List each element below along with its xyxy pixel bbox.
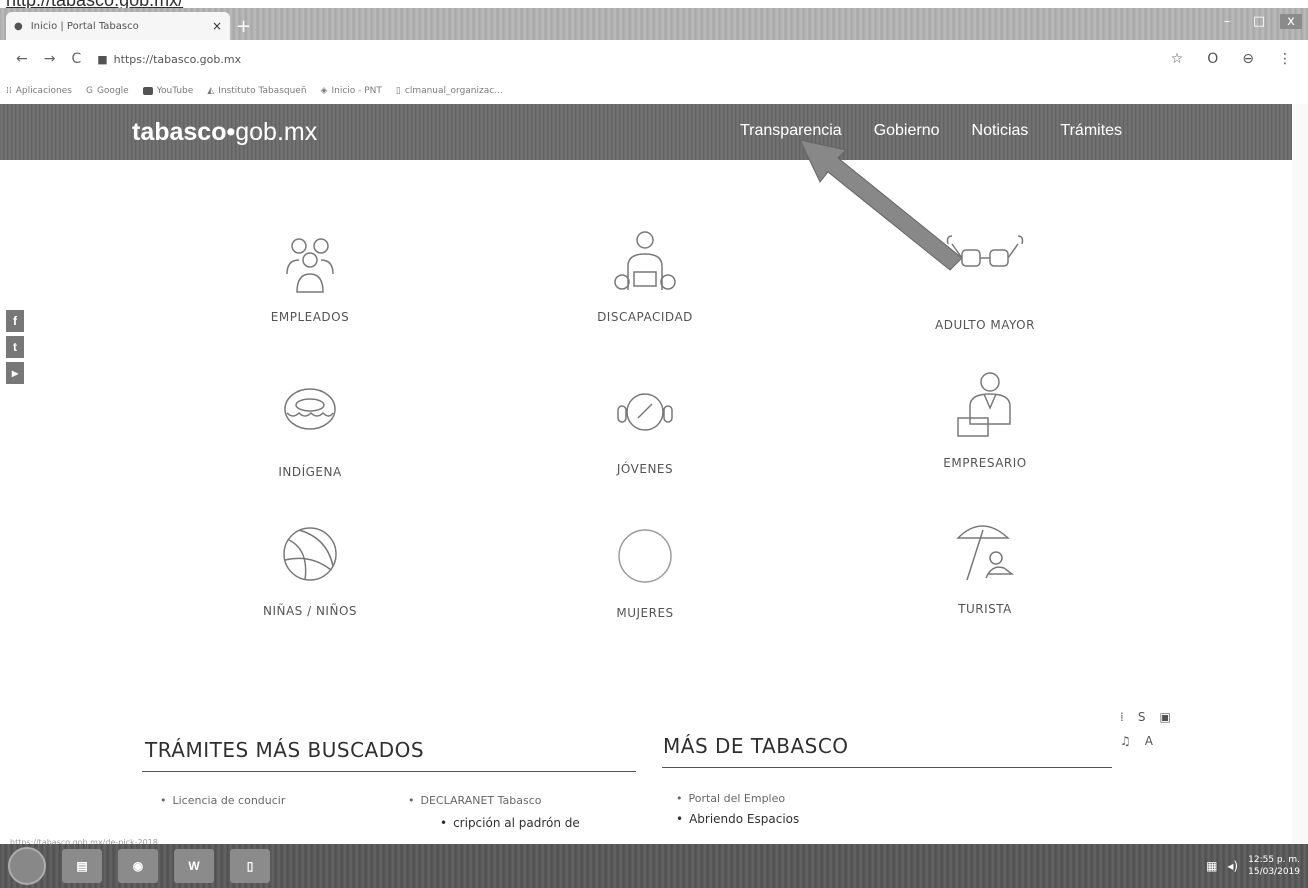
page-icon: ▯: [395, 86, 401, 96]
nav-gobierno[interactable]: Gobierno: [874, 122, 940, 140]
network-icon[interactable]: ▦: [1206, 859, 1217, 873]
mas-tabasco-divider: [662, 767, 1112, 768]
chrome-icon[interactable]: ◉: [118, 849, 158, 883]
category-mujeres[interactable]: MUJERES: [535, 524, 755, 620]
tramite-declaranet-link[interactable]: DECLARANET Tabasco: [408, 794, 542, 807]
portal-empleo-link[interactable]: Portal del Empleo: [676, 792, 786, 805]
sound-icon[interactable]: ♫: [1120, 734, 1131, 748]
apps-grid-icon: ⁞⁞: [6, 86, 12, 96]
headphones-icon: [617, 393, 673, 431]
back-icon[interactable]: ←: [16, 51, 28, 67]
category-label: TURISTA: [958, 602, 1012, 616]
facebook-icon[interactable]: f: [6, 310, 24, 332]
chat-icon[interactable]: ▣: [1159, 710, 1170, 724]
site-header: tabasco•gob.mx Transparencia Gobierno No…: [0, 104, 1292, 160]
floating-tools: ⁞ S ▣ ♫ A: [1120, 710, 1171, 748]
new-tab-button[interactable]: +: [236, 16, 251, 37]
tramite-padron-link[interactable]: cripción al padrón de: [440, 816, 580, 830]
lock-icon: ■: [97, 52, 108, 66]
tramites-title: TRÁMITES MÁS BUSCADOS: [145, 738, 425, 762]
file-explorer-icon[interactable]: ▤: [62, 849, 102, 883]
address-toolbar: ← → C ■ https://tabasco.gob.mx ☆ O ⊖ ⋮: [0, 40, 1308, 78]
category-label: EMPRESARIO: [943, 456, 1027, 470]
close-tab-icon[interactable]: ×: [212, 19, 222, 33]
tramite-licencia-link[interactable]: Licencia de conducir: [160, 794, 286, 807]
category-adulto-mayor[interactable]: ADULTO MAYOR: [875, 228, 1095, 332]
people-icon: [286, 238, 334, 293]
reload-icon[interactable]: C: [71, 51, 81, 67]
google-icon: G: [85, 86, 93, 96]
bookmark-instituto[interactable]: ◭ Instituto Tabasqueñ: [207, 86, 306, 96]
category-label: EMPLEADOS: [270, 310, 350, 324]
forward-icon[interactable]: →: [44, 51, 56, 67]
category-turista[interactable]: TURISTA: [875, 518, 1095, 616]
category-label: DISCAPACIDAD: [597, 310, 693, 324]
tab-title: Inicio | Portal Tabasco: [30, 20, 139, 32]
nav-noticias[interactable]: Noticias: [972, 122, 1029, 140]
site-logo[interactable]: tabasco•gob.mx: [132, 118, 317, 147]
twitter-icon[interactable]: t: [6, 336, 24, 358]
category-ninas-ninos[interactable]: NIÑAS / NIÑOS: [200, 520, 420, 618]
category-discapacidad[interactable]: DISCAPACIDAD: [535, 228, 755, 324]
bookmark-youtube[interactable]: YouTube: [142, 86, 193, 96]
tramites-divider: [142, 771, 636, 772]
browser-tab[interactable]: ● Inicio | Portal Tabasco ×: [6, 12, 230, 40]
main-nav: Transparencia Gobierno Noticias Trámites: [740, 122, 1122, 140]
drum-icon: [284, 388, 336, 430]
bookmark-google[interactable]: G Google: [86, 86, 129, 96]
bookmarks-bar: ⁞⁞ Aplicaciones G Google YouTube ◭ Institut…: [0, 78, 1308, 104]
opera-icon[interactable]: O: [1207, 51, 1218, 67]
account-icon[interactable]: ⊖: [1242, 51, 1254, 67]
umbrella-icon: [956, 525, 1015, 581]
page-scrollbar[interactable]: [1292, 104, 1308, 844]
wheelchair-icon: [614, 231, 676, 290]
category-empresario[interactable]: EMPRESARIO: [875, 370, 1095, 470]
pnt-icon: ◈: [320, 86, 328, 96]
bookmark-pnt[interactable]: ◈ Inicio - PNT: [321, 86, 382, 96]
clock[interactable]: 12:55 p. m. 15/03/2019: [1248, 854, 1300, 878]
word-icon[interactable]: W: [174, 849, 214, 883]
refresh-icon[interactable]: S: [1138, 710, 1146, 724]
abriendo-espacios-link[interactable]: Abriendo Espacios: [676, 812, 799, 826]
instituto-icon: ◭: [207, 86, 215, 96]
social-links: f t ▸: [6, 310, 24, 384]
youtube-icon: [142, 87, 153, 95]
star-icon[interactable]: ☆: [1171, 51, 1184, 67]
bookmark-apps[interactable]: ⁞⁞ Aplicaciones: [6, 86, 72, 96]
maximize-icon[interactable]: □: [1248, 14, 1270, 29]
accessibility-icon[interactable]: ⁞: [1120, 710, 1124, 724]
window-controls: – □ x: [1216, 14, 1302, 29]
document-icon[interactable]: ▯: [230, 849, 270, 883]
glasses-icon: [946, 235, 1024, 267]
text-icon[interactable]: A: [1145, 734, 1153, 748]
youtube-play-icon[interactable]: ▸: [6, 362, 24, 384]
system-tray: ▦ ◂) 12:55 p. m. 15/03/2019: [1206, 854, 1300, 878]
category-label: ADULTO MAYOR: [935, 318, 1035, 332]
category-empleados[interactable]: EMPLEADOS: [200, 230, 420, 324]
menu-icon[interactable]: ⋮: [1278, 51, 1292, 67]
businessman-icon: [957, 372, 1011, 437]
taskbar: ▤ ◉ W ▯ ▦ ◂) 12:55 p. m. 15/03/2019: [0, 844, 1308, 888]
favicon-icon: ●: [14, 20, 23, 32]
mas-tabasco-title: MÁS DE TABASCO: [663, 734, 849, 758]
start-button[interactable]: [8, 847, 46, 885]
category-label: MUJERES: [616, 606, 674, 620]
category-label: JÓVENES: [616, 462, 674, 476]
volume-icon[interactable]: ◂): [1227, 859, 1238, 873]
minimize-icon[interactable]: –: [1216, 14, 1238, 29]
circle-icon: [618, 529, 672, 583]
close-window-icon[interactable]: x: [1280, 14, 1302, 29]
browser-tabstrip: ● Inicio | Portal Tabasco × + – □ x: [0, 8, 1308, 40]
nav-tramites[interactable]: Trámites: [1060, 122, 1122, 140]
category-indigena[interactable]: INDÍGENA: [200, 385, 420, 479]
category-jovenes[interactable]: JÓVENES: [535, 382, 755, 476]
category-label: NIÑAS / NIÑOS: [262, 604, 358, 618]
address-field[interactable]: ■ https://tabasco.gob.mx: [97, 53, 241, 66]
category-label: INDÍGENA: [278, 465, 342, 479]
bookmark-manual[interactable]: ▯ clmanual_organizac...: [396, 86, 503, 96]
nav-transparencia[interactable]: Transparencia: [740, 122, 842, 140]
ball-icon: [283, 527, 337, 581]
